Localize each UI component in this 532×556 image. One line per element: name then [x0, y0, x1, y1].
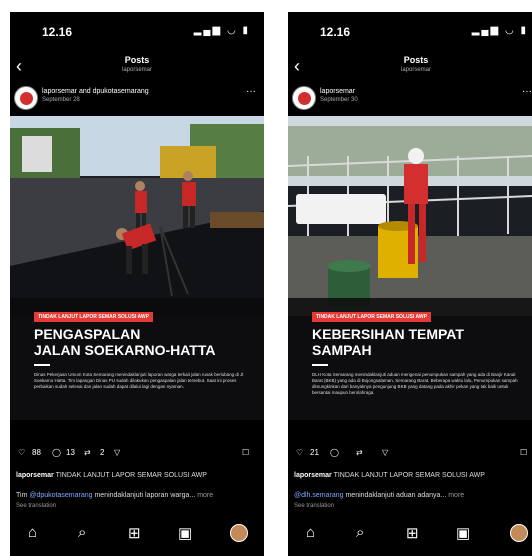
caption-text: TINDAK LANJUT LAPOR SEMAR SOLUSI AWP — [333, 472, 485, 479]
post-actions: ♡ 88 ◯ 13 ⇄ 2 ▽ ☐ — [10, 448, 264, 468]
status-time: 12.16 — [320, 25, 351, 39]
repost-icon[interactable]: ⇄ — [356, 448, 363, 457]
create-icon[interactable]: ⊞ — [406, 524, 419, 542]
like-count: 88 — [32, 448, 41, 457]
search-icon[interactable]: ⌕ — [78, 524, 86, 541]
like-count: 21 — [310, 448, 319, 457]
create-icon[interactable]: ⊞ — [128, 524, 141, 542]
post-image[interactable]: TINDAK LANJUT LAPOR SEMAR SOLUSI AWP KEB… — [288, 116, 532, 420]
share-icon[interactable]: ▽ — [382, 448, 388, 457]
comment-more-link[interactable]: more — [446, 492, 464, 499]
avatar[interactable] — [14, 86, 38, 110]
more-options-icon[interactable]: ··· — [246, 86, 256, 97]
post-header: laporsemar September 30 ··· — [288, 86, 532, 112]
comment-count: 13 — [66, 448, 75, 457]
post-author[interactable]: laporsemar and dpukotasemarang — [42, 88, 149, 95]
post-headline-line-2: SAMPAH — [312, 342, 372, 358]
navigation-bar: ‹ Posts laporsemar — [288, 52, 532, 80]
comment-more-link[interactable]: more — [195, 492, 213, 499]
status-bar: 12.16 ▂▄▆ ◡ ▮ — [288, 12, 532, 50]
post-headline-line-2: JALAN SOEKARNO-HATTA — [34, 342, 216, 358]
post-image[interactable]: TINDAK LANJUT LAPOR SEMAR SOLUSI AWP PEN… — [10, 116, 264, 420]
home-icon[interactable]: ⌂ — [306, 524, 315, 541]
repost-icon[interactable]: ⇄ — [84, 448, 91, 457]
reels-icon[interactable]: ▣ — [456, 524, 470, 542]
save-icon[interactable]: ☐ — [520, 448, 527, 457]
search-icon[interactable]: ⌕ — [356, 524, 364, 541]
phone-screen-2: 12.16 ▂▄▆ ◡ ▮ ‹ Posts laporsemar laporse… — [288, 12, 532, 556]
profile-avatar[interactable] — [230, 524, 248, 542]
bottom-tab-bar: ⌂ ⌕ ⊞ ▣ — [10, 514, 264, 556]
post-header: laporsemar and dpukotasemarang September… — [10, 86, 264, 112]
status-bar: 12.16 ▂▄▆ ◡ ▮ — [10, 12, 264, 50]
comment-icon[interactable]: ◯ — [52, 448, 61, 457]
comment-text: menindaklanjuti aduan adanya... — [343, 492, 447, 499]
post-actions: ♡ 21 ◯ ⇄ ▽ ☐ — [288, 448, 532, 468]
status-time: 12.16 — [42, 25, 73, 39]
comment-mention[interactable]: @dpukotasemarang — [29, 492, 92, 499]
status-icons: ▂▄▆ ◡ ▮ — [471, 25, 528, 36]
post-date: September 30 — [320, 97, 358, 103]
post-label-badge: TINDAK LANJUT LAPOR SEMAR SOLUSI AWP — [312, 312, 431, 322]
nav-subtitle: laporsemar — [121, 67, 152, 73]
comment-prefix: Tim — [16, 492, 30, 499]
profile-avatar[interactable] — [510, 524, 528, 542]
post-label-badge: TINDAK LANJUT LAPOR SEMAR SOLUSI AWP — [34, 312, 153, 322]
avatar-logo-icon — [19, 91, 33, 105]
headline-divider — [312, 364, 328, 366]
heart-icon[interactable]: ♡ — [18, 448, 25, 457]
post-image-body: Dinas Pekerjaan Umum Kota Semarang menin… — [34, 372, 244, 390]
nav-title: Posts — [124, 55, 150, 65]
headline-divider — [34, 364, 50, 366]
post-caption: laporsemar TINDAK LANJUT LAPOR SEMAR SOL… — [294, 472, 526, 479]
caption-username[interactable]: laporsemar — [16, 472, 54, 479]
nav-subtitle: laporsemar — [400, 67, 431, 73]
phone-screen-1: 12.16 ▂▄▆ ◡ ▮ ‹ Posts laporsemar laporse… — [10, 12, 264, 556]
status-icons: ▂▄▆ ◡ ▮ — [193, 25, 250, 36]
post-comment-preview[interactable]: Tim @dpukotasemarang menindaklanjuti lap… — [16, 492, 258, 499]
navigation-bar: ‹ Posts laporsemar — [10, 52, 264, 80]
post-date: September 28 — [42, 97, 80, 103]
comment-icon[interactable]: ◯ — [330, 448, 339, 457]
more-options-icon[interactable]: ··· — [522, 86, 532, 97]
heart-icon[interactable]: ♡ — [296, 448, 303, 457]
post-comment-preview[interactable]: @dlh.semarang menindaklanjuti aduan adan… — [294, 492, 526, 499]
avatar-logo-icon — [297, 91, 311, 105]
save-icon[interactable]: ☐ — [242, 448, 249, 457]
reels-icon[interactable]: ▣ — [178, 524, 192, 542]
repost-count: 2 — [100, 448, 105, 457]
see-translation-link[interactable]: See translation — [294, 503, 526, 509]
post-caption: laporsemar TINDAK LANJUT LAPOR SEMAR SOL… — [16, 472, 258, 479]
avatar[interactable] — [292, 86, 316, 110]
post-image-body: DLH Kota Semarang menindaklanjuti aduan … — [312, 372, 518, 396]
caption-username[interactable]: laporsemar — [294, 472, 332, 479]
nav-title: Posts — [403, 55, 429, 65]
see-translation-link[interactable]: See translation — [16, 503, 258, 509]
share-icon[interactable]: ▽ — [114, 448, 120, 457]
home-icon[interactable]: ⌂ — [28, 524, 37, 541]
comment-mention[interactable]: @dlh.semarang — [294, 492, 344, 499]
bottom-tab-bar: ⌂ ⌕ ⊞ ▣ — [288, 514, 532, 556]
post-headline-line-1: KEBERSIHAN TEMPAT — [312, 326, 464, 342]
post-author[interactable]: laporsemar — [320, 88, 355, 95]
post-headline-line-1: PENGASPALAN — [34, 326, 141, 342]
caption-text: TINDAK LANJUT LAPOR SEMAR SOLUSI AWP — [55, 472, 207, 479]
comment-text: menindaklanjuti laporan warga... — [92, 492, 196, 499]
